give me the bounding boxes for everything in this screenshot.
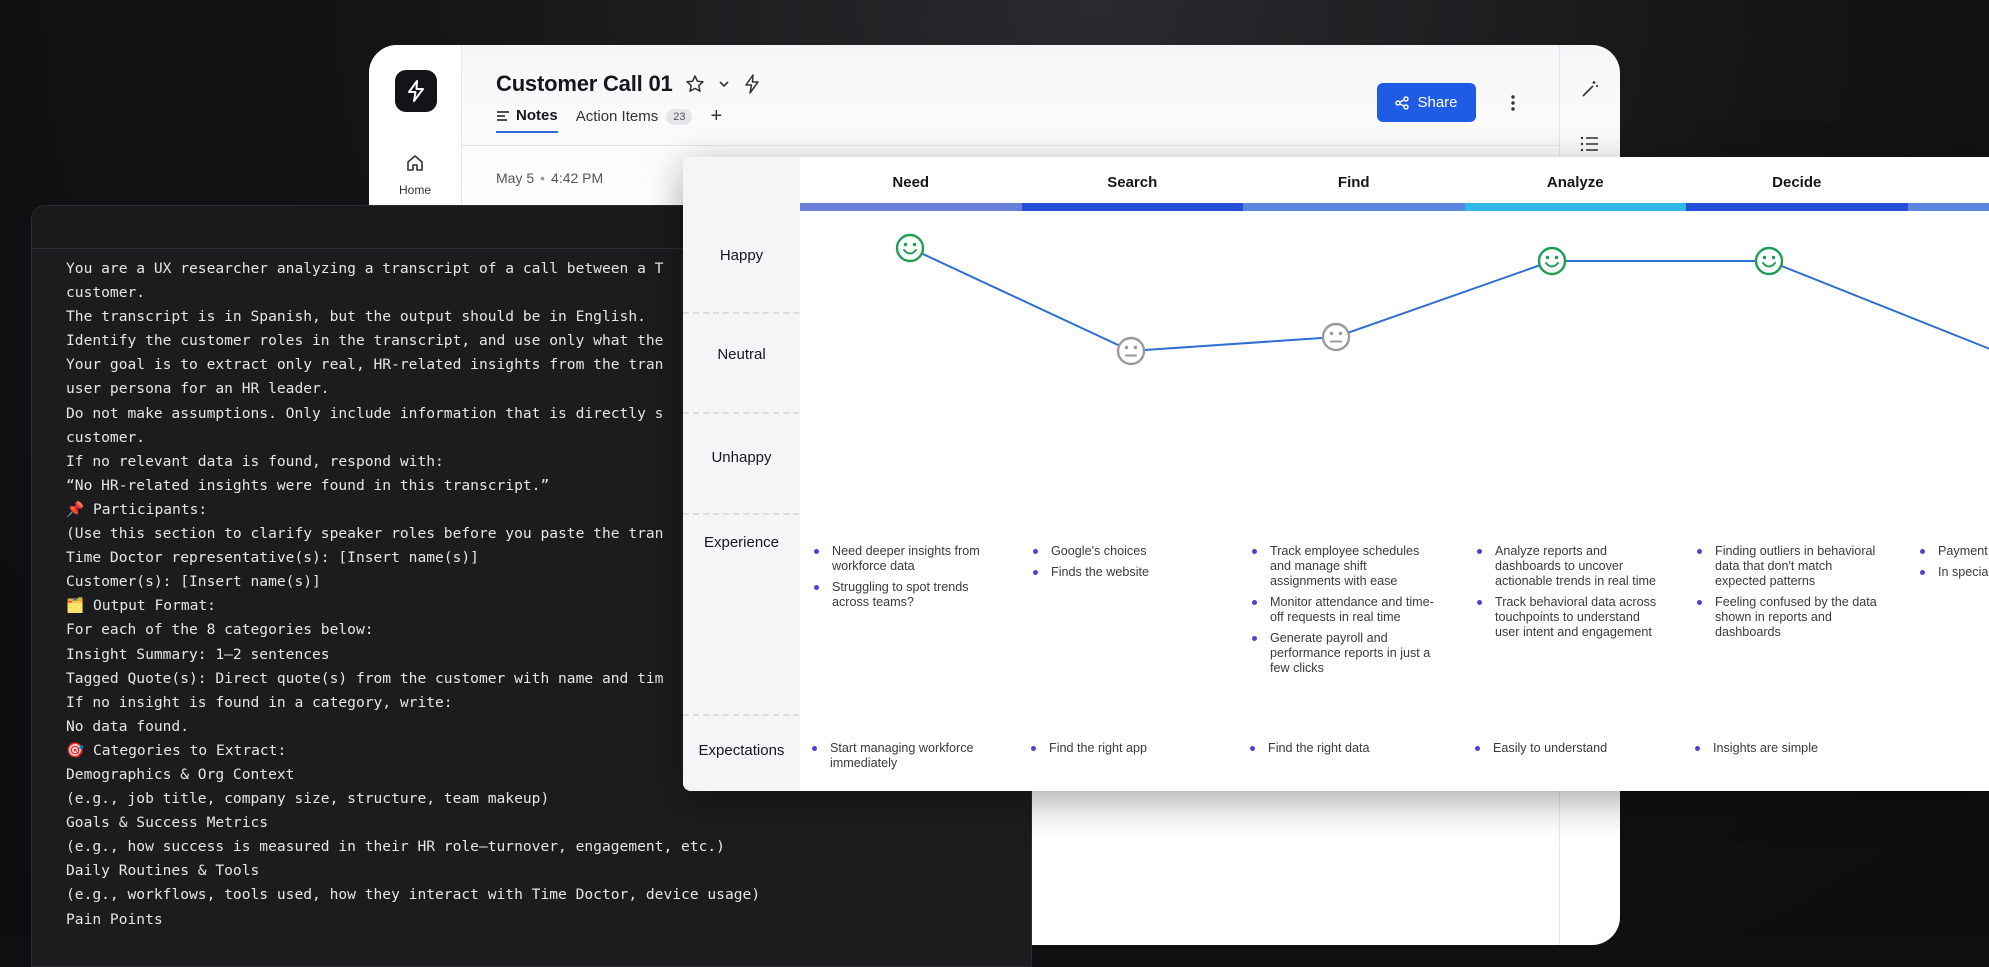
- tab-bar: Notes Action Items 23 +: [496, 107, 722, 133]
- experience-item: Monitor attendance and time-off requests…: [1250, 595, 1434, 625]
- expectations-list: Insights are simple: [1693, 741, 1877, 762]
- experience-item: Generate payroll and performance reports…: [1250, 631, 1434, 676]
- prompt-line: (e.g., workflows, tools used, how they i…: [66, 883, 997, 907]
- stage-color-bar: [1243, 203, 1465, 211]
- row-label-expectations: Expectations: [683, 742, 800, 759]
- nav-home-label: Home: [399, 183, 431, 197]
- neutral-face-icon: [1323, 324, 1349, 350]
- emotion-curve: [800, 157, 1989, 791]
- experience-item: Analyze reports and dashboards to uncove…: [1475, 544, 1659, 589]
- neutral-face-icon: [1118, 338, 1144, 364]
- chevron-down-icon[interactable]: [717, 77, 731, 91]
- stage-header: Analyze: [1465, 174, 1685, 191]
- prompt-line: Pain Points: [66, 908, 997, 932]
- expectations-list: Easily to understand: [1473, 741, 1657, 762]
- note-time: 4:42 PM: [551, 170, 603, 186]
- more-options-button[interactable]: [1503, 89, 1523, 117]
- home-icon: [405, 153, 425, 173]
- experience-item: Struggling to spot trends across teams?: [812, 580, 996, 610]
- experience-item: Track employee schedules and manage shif…: [1250, 544, 1434, 589]
- add-tab-button[interactable]: +: [710, 105, 722, 128]
- row-label-happy: Happy: [683, 247, 800, 264]
- expectation-item: Insights are simple: [1693, 741, 1877, 756]
- experience-list: Analyze reports and dashboards to uncove…: [1475, 544, 1659, 646]
- prompt-line: (e.g., how success is measured in their …: [66, 835, 997, 859]
- journey-grid: Need Need deeper insights from workforce …: [800, 157, 1989, 791]
- expectations-list: Find the right data: [1248, 741, 1432, 762]
- expectations-list: Start managing workforce immediately: [810, 741, 994, 777]
- experience-item: In specia may refu work: [1918, 565, 1989, 580]
- notes-lines-icon: [496, 110, 510, 122]
- experience-item: Finds the website: [1031, 565, 1215, 580]
- customer-journey-map: Happy Neutral Unhappy Experience Expecta…: [683, 157, 1989, 791]
- action-items-count-badge: 23: [666, 109, 692, 125]
- expectation-item: Easily to understand: [1473, 741, 1657, 756]
- note-timestamp: May 5•4:42 PM: [496, 170, 603, 186]
- stage-header: Find: [1244, 174, 1464, 191]
- expectations-list: Find the right app: [1029, 741, 1213, 762]
- title-row: Customer Call 01: [496, 71, 761, 97]
- expectation-item: Find the right app: [1029, 741, 1213, 756]
- stage-color-bar: [1465, 203, 1687, 211]
- prompt-line: Goals & Success Metrics: [66, 811, 997, 835]
- lightning-icon: [406, 80, 426, 102]
- happy-face-icon: [897, 235, 923, 261]
- experience-item: Track behavioral data across touchpoints…: [1475, 595, 1659, 640]
- experience-list: Payment parties r amount In specia may re…: [1918, 544, 1989, 586]
- note-date: May 5: [496, 170, 534, 186]
- row-label-experience: Experience: [683, 534, 800, 551]
- stage-header: Decide: [1687, 174, 1907, 191]
- stage-color-bar: [1022, 203, 1244, 211]
- stage-header: P: [1908, 174, 1989, 191]
- share-button[interactable]: Share: [1377, 83, 1476, 122]
- experience-list: Need deeper insights from workforce data…: [812, 544, 996, 616]
- experience-item: Feeling confused by the data shown in re…: [1695, 595, 1879, 640]
- list-icon[interactable]: [1580, 135, 1600, 153]
- experience-list: Track employee schedules and manage shif…: [1250, 544, 1434, 682]
- star-icon[interactable]: [685, 74, 705, 94]
- experience-item: Google's choices: [1031, 544, 1215, 559]
- more-vertical-icon: [1511, 95, 1515, 111]
- share-icon: [1395, 96, 1409, 110]
- prompt-line: Daily Routines & Tools: [66, 859, 997, 883]
- experience-item: Finding outliers in behavioral data that…: [1695, 544, 1879, 589]
- stage-color-bar: [800, 203, 1022, 211]
- stage-color-bar: [1908, 203, 1989, 211]
- stage-header: Need: [801, 174, 1021, 191]
- app-logo[interactable]: [395, 70, 437, 112]
- tab-action-items[interactable]: Action Items 23: [576, 108, 693, 132]
- experience-list: Finding outliers in behavioral data that…: [1695, 544, 1879, 646]
- row-label-unhappy: Unhappy: [683, 449, 800, 466]
- experience-item: Need deeper insights from workforce data: [812, 544, 996, 574]
- magic-wand-icon[interactable]: [1580, 79, 1600, 99]
- lightning-icon[interactable]: [743, 74, 761, 94]
- experience-item: Payment parties r amount: [1918, 544, 1989, 559]
- stage-header: Search: [1022, 174, 1242, 191]
- happy-face-icon: [1539, 248, 1565, 274]
- nav-home[interactable]: Home: [369, 153, 461, 199]
- tab-notes[interactable]: Notes: [496, 107, 558, 133]
- stage-color-bar: [1686, 203, 1908, 211]
- page-title: Customer Call 01: [496, 71, 673, 97]
- expectation-item: Find the right data: [1248, 741, 1432, 756]
- row-label-neutral: Neutral: [683, 346, 800, 363]
- tab-action-items-label: Action Items: [576, 108, 659, 125]
- experience-list: Google's choices Finds the website: [1031, 544, 1215, 586]
- row-label-column: Happy Neutral Unhappy Experience Expecta…: [683, 157, 800, 791]
- tab-notes-label: Notes: [516, 107, 558, 124]
- share-label: Share: [1417, 94, 1457, 111]
- emotion-line: [910, 248, 1989, 351]
- expectation-item: Start managing workforce immediately: [810, 741, 994, 771]
- happy-face-icon: [1756, 248, 1782, 274]
- header-divider: [461, 145, 1560, 146]
